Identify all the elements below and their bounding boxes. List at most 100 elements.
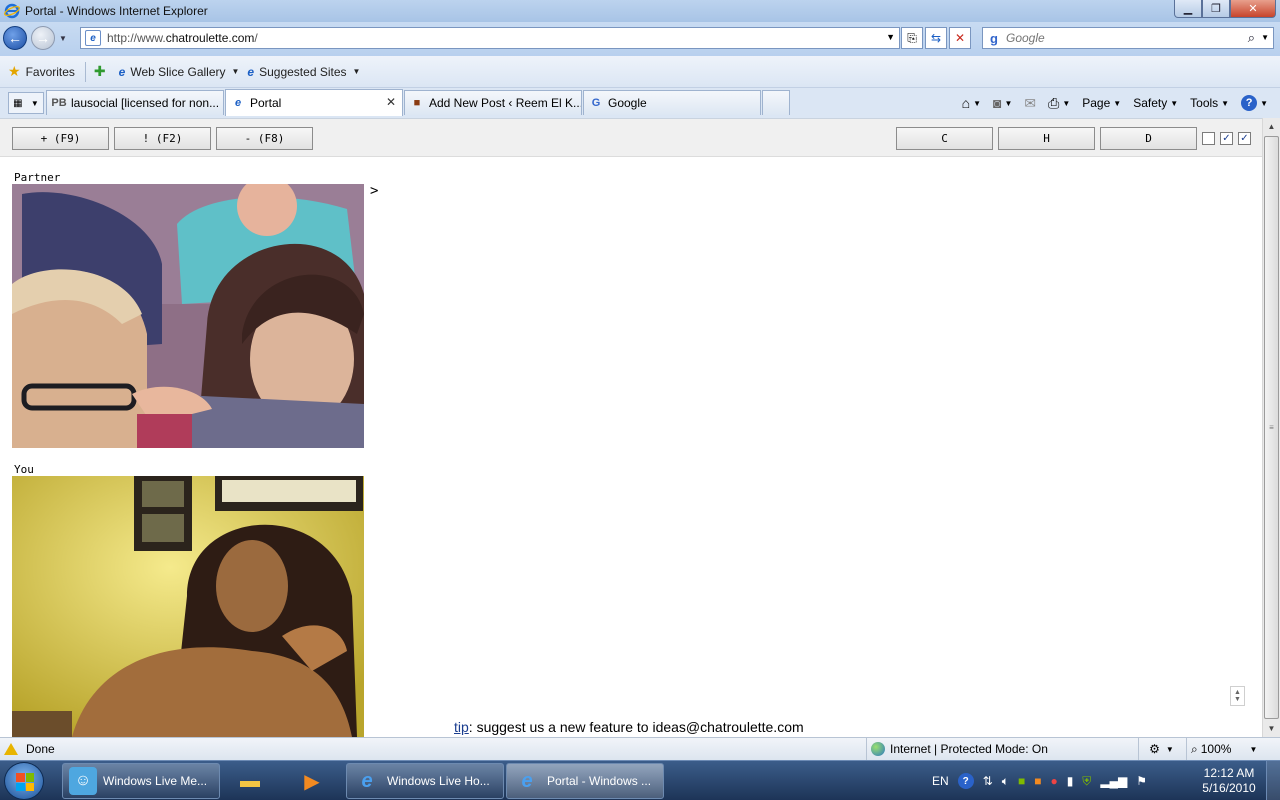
tab-add-new-post[interactable]: ■ Add New Post ‹ Reem El K... bbox=[404, 90, 582, 115]
web-slice-gallery-link[interactable]: e Web Slice Gallery ▼ bbox=[119, 65, 240, 79]
textarea-resize-spinner[interactable]: ▲ ▼ bbox=[1230, 686, 1245, 706]
suggested-sites-link[interactable]: e Suggested Sites ▼ bbox=[247, 65, 360, 79]
refresh-icon: ⇆ bbox=[930, 31, 942, 45]
zoom-icon: ⌕ bbox=[1191, 741, 1198, 756]
network-arrows-icon[interactable]: ⇅ bbox=[983, 774, 993, 788]
chevron-down-icon: ▼ bbox=[1004, 98, 1013, 108]
recent-pages-dropdown[interactable]: ▼ bbox=[59, 34, 67, 43]
refresh-button[interactable]: ⇆ bbox=[925, 27, 947, 49]
add-to-favorites-button[interactable]: ✚ bbox=[94, 63, 111, 80]
action-center-flag-icon[interactable]: ⚑ bbox=[1136, 774, 1147, 788]
taskbar-windows-live-messenger[interactable]: ☺ Windows Live Me... bbox=[62, 763, 220, 799]
help-menu[interactable]: ? ▼ bbox=[1241, 95, 1268, 111]
google-icon: G bbox=[591, 97, 601, 109]
search-icon[interactable]: ⌕ bbox=[1248, 30, 1255, 46]
page-menu[interactable]: Page ▼ bbox=[1082, 96, 1121, 110]
warning-icon[interactable] bbox=[4, 743, 18, 755]
search-options-dropdown[interactable]: ▼ bbox=[1261, 33, 1269, 42]
tab-lausocial[interactable]: PB lausocial [licensed for non... bbox=[46, 90, 224, 115]
app-tray-icon-2[interactable]: ■ bbox=[1034, 774, 1041, 788]
back-button[interactable]: ← bbox=[3, 26, 27, 50]
restore-button[interactable]: ❐ bbox=[1202, 0, 1230, 18]
c-button[interactable]: C bbox=[896, 127, 993, 150]
app-tray-icon-3[interactable]: ● bbox=[1050, 774, 1057, 788]
clock[interactable]: 12:12 AM 5/16/2010 bbox=[1196, 766, 1262, 796]
quick-tabs-button[interactable]: ▦ ▼ bbox=[8, 92, 44, 114]
address-dropdown-icon[interactable]: ▼ bbox=[886, 32, 895, 42]
help-icon[interactable]: ? bbox=[957, 773, 974, 789]
taskbar-explorer[interactable]: ▬ bbox=[226, 763, 274, 799]
command-bar: ⌂ ▼ ◙ ▼ ✉ ⎙ ▼ Page ▼ Safety ▼ Tools ▼ ? ▼ bbox=[962, 88, 1280, 118]
add-button[interactable]: + (F9) bbox=[12, 127, 109, 150]
battery-icon[interactable]: ▮ bbox=[1067, 774, 1074, 788]
taskbar-portal[interactable]: e Portal - Windows ... bbox=[506, 763, 664, 799]
taskbar-media-player[interactable]: ▶ bbox=[288, 763, 336, 799]
tip-link[interactable]: tip bbox=[454, 719, 469, 735]
start-button[interactable] bbox=[4, 762, 44, 800]
next-button[interactable]: - (F8) bbox=[216, 127, 313, 150]
status-bar: Done Internet | Protected Mode: On ⚙ ▼ ⌕ … bbox=[0, 737, 1280, 760]
vertical-scrollbar[interactable]: ▲ ≡ ▼ bbox=[1262, 118, 1280, 737]
taskbar-windows-live-hotmail[interactable]: e Windows Live Ho... bbox=[346, 763, 504, 799]
chevron-down-icon: ▼ bbox=[973, 98, 981, 108]
ie-logo-icon bbox=[4, 3, 20, 19]
chevron-down-icon: ▼ bbox=[352, 67, 361, 76]
chatroulette-toolbar: + (F9) ! (F2) - (F8) C H D ✓ ✓ bbox=[0, 119, 1262, 157]
you-label: You bbox=[14, 463, 34, 476]
app-tray-icon[interactable]: ■ bbox=[1018, 774, 1025, 788]
search-input[interactable] bbox=[1006, 31, 1226, 45]
report-button[interactable]: ! (F2) bbox=[114, 127, 211, 150]
forward-button[interactable]: → bbox=[31, 26, 55, 50]
page-menu-label: Page bbox=[1082, 96, 1111, 110]
taskbar: ☺ Windows Live Me... ▬ ▶ e Windows Live … bbox=[0, 760, 1280, 800]
scroll-up-icon[interactable]: ▲ bbox=[1263, 118, 1280, 135]
option-checkbox-2[interactable]: ✓ bbox=[1220, 132, 1233, 145]
compatibility-view-button[interactable]: ⎘ bbox=[901, 27, 923, 49]
close-window-button[interactable]: ✕ bbox=[1230, 0, 1276, 18]
add-favorite-icon: ✚ bbox=[93, 63, 106, 79]
zoom-control[interactable]: ⌕ 100% ▼ bbox=[1186, 738, 1257, 760]
partner-label: Partner bbox=[14, 171, 61, 184]
tools-menu[interactable]: Tools ▼ bbox=[1190, 96, 1229, 110]
show-desktop-button[interactable] bbox=[1266, 761, 1280, 800]
status-text: Done bbox=[26, 742, 55, 756]
language-indicator[interactable]: EN bbox=[932, 774, 949, 788]
security-shield-icon[interactable]: ⛨ bbox=[1082, 774, 1091, 789]
system-tray: EN ? ⇅ 🔈︎ ■ ■ ● ▮ ⛨ ▂▄▆ ⚑ bbox=[932, 761, 1156, 800]
option-checkbox-3[interactable]: ✓ bbox=[1238, 132, 1251, 145]
security-zone[interactable]: Internet | Protected Mode: On bbox=[866, 738, 1048, 760]
scroll-thumb[interactable]: ≡ bbox=[1264, 136, 1279, 719]
stop-button[interactable]: ✕ bbox=[949, 27, 971, 49]
h-button[interactable]: H bbox=[998, 127, 1095, 150]
tab-portal[interactable]: e Portal ✕ bbox=[225, 89, 403, 116]
tab-google[interactable]: G Google bbox=[583, 90, 761, 115]
site-favicon-icon: ■ bbox=[413, 97, 421, 109]
chevron-up-icon: ▲ bbox=[1234, 689, 1241, 696]
scroll-down-icon[interactable]: ▼ bbox=[1263, 720, 1280, 737]
feeds-button[interactable]: ◙ ▼ bbox=[993, 95, 1012, 111]
home-button[interactable]: ⌂ ▼ bbox=[962, 95, 981, 111]
chevron-down-icon: ▼ bbox=[231, 67, 240, 76]
search-box[interactable]: g ⌕ ▼ bbox=[982, 27, 1274, 49]
add-ons-status[interactable]: ⚙ ▼ bbox=[1138, 738, 1184, 760]
mail-icon: ✉ bbox=[1024, 94, 1037, 111]
signal-icon[interactable]: ▂▄▆ bbox=[1100, 774, 1127, 788]
url-text[interactable]: http://www.chatroulette.com/ bbox=[107, 31, 258, 45]
chevron-down-icon: ▼ bbox=[1249, 744, 1258, 754]
favorites-button[interactable]: ★ Favorites bbox=[8, 63, 75, 80]
your-video bbox=[12, 476, 364, 737]
print-button[interactable]: ⎙ ▼ bbox=[1048, 95, 1070, 112]
tip-message: tip: suggest us a new feature to ideas@c… bbox=[454, 719, 804, 735]
tip-text: : suggest us a new feature to ideas@chat… bbox=[468, 719, 804, 735]
option-checkbox-1[interactable] bbox=[1202, 132, 1215, 145]
address-bar[interactable]: e http://www.chatroulette.com/ ▼ bbox=[80, 27, 900, 49]
close-tab-icon[interactable]: ✕ bbox=[386, 95, 396, 109]
read-mail-button[interactable]: ✉ bbox=[1024, 95, 1036, 112]
tab-list-dropdown[interactable]: ▼ bbox=[31, 99, 39, 108]
d-button[interactable]: D bbox=[1100, 127, 1197, 150]
help-icon: ? bbox=[1241, 95, 1258, 111]
minimize-button[interactable]: ▁ bbox=[1174, 0, 1202, 18]
safety-menu[interactable]: Safety ▼ bbox=[1133, 96, 1178, 110]
new-tab-button[interactable] bbox=[762, 90, 790, 115]
volume-icon[interactable]: 🔈︎ bbox=[1002, 774, 1009, 789]
